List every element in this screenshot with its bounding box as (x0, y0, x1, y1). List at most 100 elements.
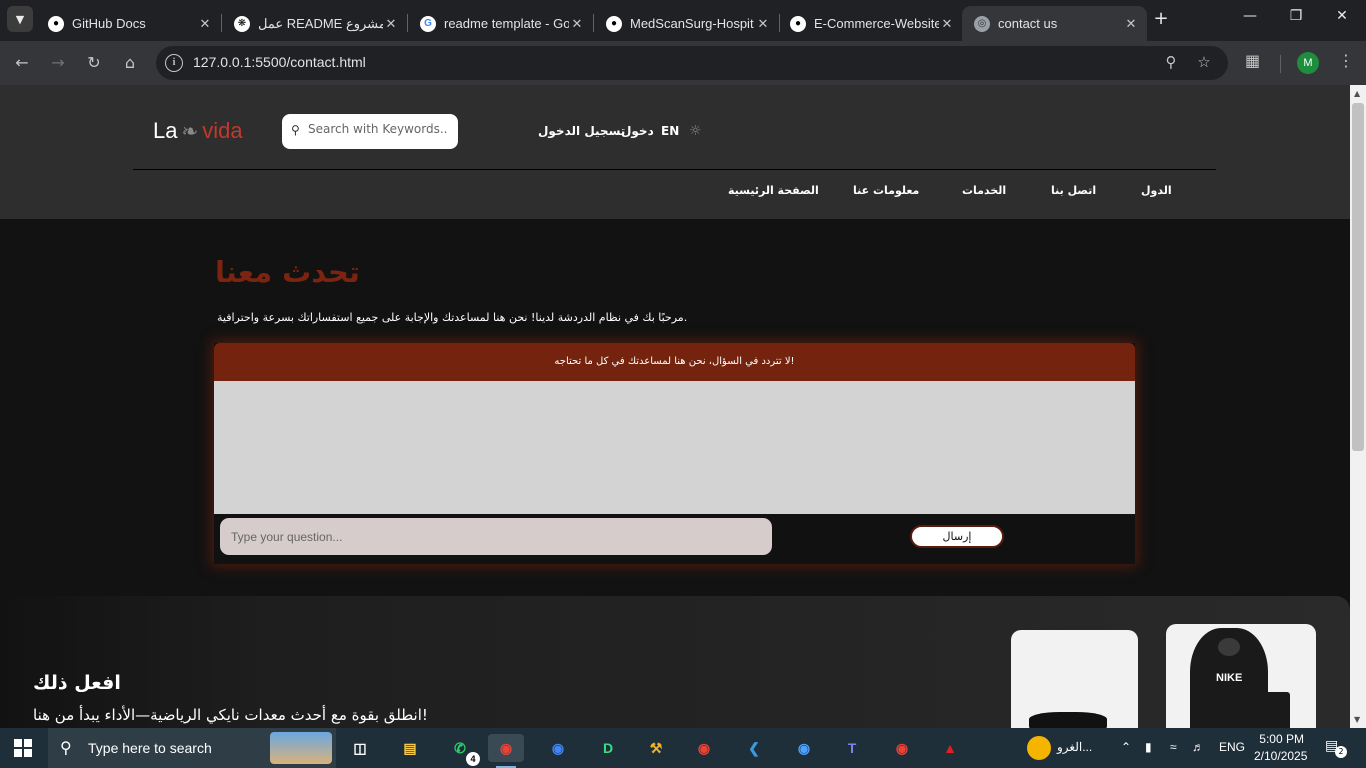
clock-time: 5:00 PM (1259, 732, 1304, 746)
tray-chevron-icon[interactable]: ⌃ (1121, 740, 1131, 754)
chrome-user-icon[interactable]: ◉ (884, 734, 920, 762)
chat-box: لا تتردد في السؤال، نحن هنا لمساعدتك في … (214, 343, 1135, 564)
send-button[interactable]: إرسال (910, 525, 1004, 548)
pants-image (1254, 692, 1290, 728)
nike-logo: NIKE (1216, 672, 1243, 684)
globe-icon: ◎ (974, 15, 990, 32)
register-link[interactable]: تسجيل الدخول (538, 124, 625, 138)
taskbar-clock[interactable]: 5:00 PM 2/10/2025 (1254, 731, 1308, 765)
chrome-icon[interactable]: ◉ (540, 734, 576, 762)
github-icon: ● (48, 15, 64, 32)
acrobat-icon[interactable]: ▲ (932, 734, 968, 762)
tab-medscansurg[interactable]: ● MedScanSurg-Hospit ✕ (594, 6, 779, 41)
product-card-tracksuit[interactable]: NIKE (1166, 624, 1316, 728)
google-icon: G (420, 15, 436, 32)
close-tab-icon[interactable]: ✕ (755, 16, 771, 32)
home-icon[interactable]: ⌂ (118, 51, 142, 75)
wifi-icon[interactable]: ≈ (1170, 740, 1177, 754)
bookmark-star-icon[interactable]: ☆ (1194, 53, 1214, 71)
nav-services[interactable]: الخدمات (962, 184, 1006, 197)
search-icon: ⚲ (291, 123, 300, 137)
input-language[interactable]: ENG (1219, 740, 1245, 754)
volume-icon[interactable]: ♬ (1192, 740, 1204, 754)
scroll-thumb[interactable] (1352, 103, 1364, 451)
url-text[interactable]: 127.0.0.1:5500/contact.html (193, 54, 366, 70)
chat-question-input[interactable] (220, 518, 772, 555)
back-icon[interactable]: ← (10, 51, 34, 75)
openai-icon: ❋ (234, 15, 250, 32)
menu-kebab-icon[interactable]: ⋮ (1338, 51, 1354, 70)
tab-title: GitHub Docs (72, 16, 146, 31)
nav-countries[interactable]: الدول (1141, 184, 1172, 197)
chat-subtitle: مرحبًا بك في نظام الدردشة لدينا! نحن هنا… (217, 311, 688, 324)
profile-avatar[interactable]: M (1297, 52, 1319, 74)
weather-icon[interactable] (1027, 736, 1051, 760)
site-logo[interactable]: La ❧ vida (153, 118, 243, 144)
camera-app-icon[interactable]: ◉ (786, 734, 822, 762)
tab-title: عمل README لمشروع (258, 15, 383, 31)
site-search-input[interactable] (308, 122, 448, 136)
close-window-button[interactable]: ✕ (1331, 8, 1353, 24)
tab-readme-template[interactable]: G readme template - Go ✕ (408, 6, 593, 41)
weather-text[interactable]: الغرو... (1057, 740, 1092, 754)
chat-messages-area[interactable] (214, 381, 1135, 514)
address-bar[interactable]: i 127.0.0.1:5500/contact.html ⚲ ☆ (156, 46, 1228, 80)
nav-contact[interactable]: اتصل بنا (1051, 184, 1096, 197)
tab-search-button[interactable]: ▼ (7, 6, 33, 32)
hood-shape (1218, 638, 1240, 656)
close-tab-icon[interactable]: ✕ (383, 16, 399, 32)
restore-button[interactable]: ❐ (1285, 8, 1307, 24)
language-toggle[interactable]: EN (661, 124, 679, 138)
toolbar-separator (1280, 55, 1281, 73)
tab-github-docs[interactable]: ● GitHub Docs ✕ (36, 6, 221, 41)
web-page: La❧vida ⚲ تسجيل الدخول دخول EN ☼ الدول ا… (0, 85, 1350, 728)
dev-app-icon[interactable]: D (590, 734, 626, 762)
chat-header: لا تتردد في السؤال، نحن هنا لمساعدتك في … (214, 343, 1135, 381)
zoom-icon[interactable]: ⚲ (1161, 53, 1181, 71)
scroll-down-arrow-icon[interactable]: ▼ (1354, 715, 1360, 724)
whatsapp-icon[interactable]: ✆ 4 (442, 734, 480, 766)
close-tab-icon[interactable]: ✕ (1123, 16, 1139, 32)
site-search-box[interactable]: ⚲ (282, 114, 458, 149)
nav-home[interactable]: الصفحة الرئيسية (728, 184, 819, 197)
reload-icon[interactable]: ↻ (82, 51, 106, 75)
site-info-icon[interactable]: i (165, 54, 183, 72)
new-tab-button[interactable]: + (1150, 8, 1172, 30)
minimize-button[interactable]: — (1239, 8, 1261, 24)
tab-title: readme template - Go (444, 16, 569, 31)
tab-contact-us[interactable]: ◎ contact us ✕ (962, 6, 1147, 41)
chrome-alt-icon[interactable]: ◉ (686, 734, 722, 762)
battery-icon[interactable]: ▮ (1145, 740, 1152, 754)
extensions-icon[interactable]: ▦ (1245, 51, 1260, 70)
close-tab-icon[interactable]: ✕ (197, 16, 213, 32)
task-view-icon[interactable]: ◫ (342, 734, 378, 762)
vscode-icon[interactable]: ❮ (736, 734, 772, 762)
notification-count: 2 (1335, 746, 1347, 758)
header-divider (133, 169, 1216, 170)
product-card-shoes[interactable] (1011, 630, 1138, 728)
chrome-profile-icon[interactable]: ◉ (488, 734, 524, 768)
tab-title: MedScanSurg-Hospit (630, 16, 754, 31)
teams-icon[interactable]: T (834, 734, 870, 762)
windows-taskbar: ⚲ Type here to search ◫ ▤ ✆ 4 ◉ ◉ D ⚒ ◉ ❮… (0, 728, 1366, 768)
theme-toggle-icon[interactable]: ☼ (689, 123, 702, 139)
tab-ecommerce[interactable]: ● E-Commerce-Website ✕ (778, 6, 963, 41)
taskbar-search-box[interactable]: ⚲ Type here to search (48, 728, 336, 768)
logo-text-la: La (153, 118, 178, 143)
clock-date: 2/10/2025 (1254, 749, 1308, 763)
login-link[interactable]: دخول (621, 124, 654, 138)
promo-section: افعل ذلك انطلق بقوة مع أحدث معدات نايكي … (0, 596, 1350, 728)
windows-start-icon[interactable] (14, 739, 32, 757)
nav-about[interactable]: معلومات عنا (853, 184, 919, 197)
github-icon: ● (790, 15, 806, 32)
shoe-image (1029, 712, 1107, 728)
scroll-up-arrow-icon[interactable]: ▲ (1354, 89, 1360, 98)
promo-text: انطلق بقوة مع أحدث معدات نايكي الرياضية—… (33, 706, 428, 724)
page-scrollbar[interactable]: ▲ ▼ (1350, 85, 1366, 728)
file-explorer-icon[interactable]: ▤ (392, 734, 428, 762)
tools-app-icon[interactable]: ⚒ (638, 734, 674, 762)
close-tab-icon[interactable]: ✕ (939, 16, 955, 32)
close-tab-icon[interactable]: ✕ (569, 16, 585, 32)
forward-icon[interactable]: → (46, 51, 70, 75)
tab-readme-arabic[interactable]: ❋ عمل README لمشروع ✕ (222, 6, 407, 41)
